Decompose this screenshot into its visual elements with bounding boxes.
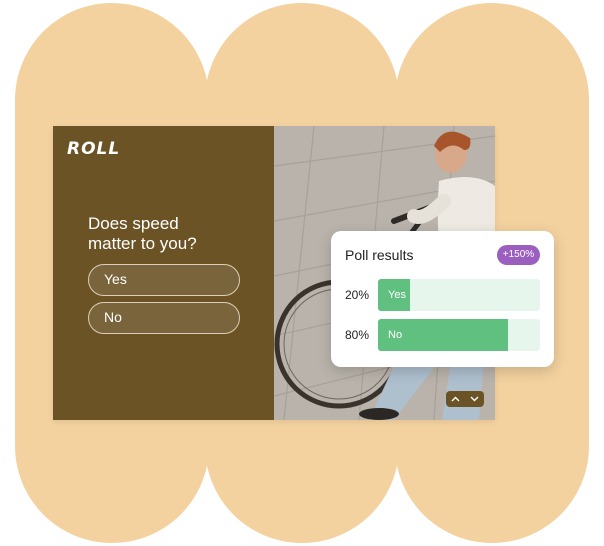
poll-question-line-2: matter to you? [88, 234, 197, 253]
poll-percent-yes: 20% [345, 288, 370, 302]
chevron-down-icon[interactable] [465, 391, 484, 407]
poll-question-line-1: Does speed [88, 214, 179, 233]
growth-badge: +150% [497, 245, 540, 265]
ad-text-panel: ROLL Does speed matter to you? Yes No [53, 126, 274, 420]
answer-no-button[interactable]: No [88, 302, 240, 334]
poll-row-yes: 20% Yes [345, 279, 540, 311]
answer-yes-button[interactable]: Yes [88, 264, 240, 296]
brand-logo: ROLL [67, 139, 121, 159]
poll-row-no: 80% No [345, 319, 540, 351]
poll-track-no: No [378, 319, 540, 351]
poll-track-yes: Yes [378, 279, 540, 311]
ad-nav-control [446, 391, 484, 407]
poll-label-no: No [388, 329, 403, 341]
poll-question: Does speed matter to you? [88, 214, 258, 254]
poll-results-card: Poll results +150% 20% Yes 80% No [331, 231, 554, 367]
poll-label-yes: Yes [388, 289, 406, 301]
chevron-up-icon[interactable] [446, 391, 465, 407]
poll-results-title: Poll results [345, 247, 414, 263]
poll-percent-no: 80% [345, 328, 370, 342]
